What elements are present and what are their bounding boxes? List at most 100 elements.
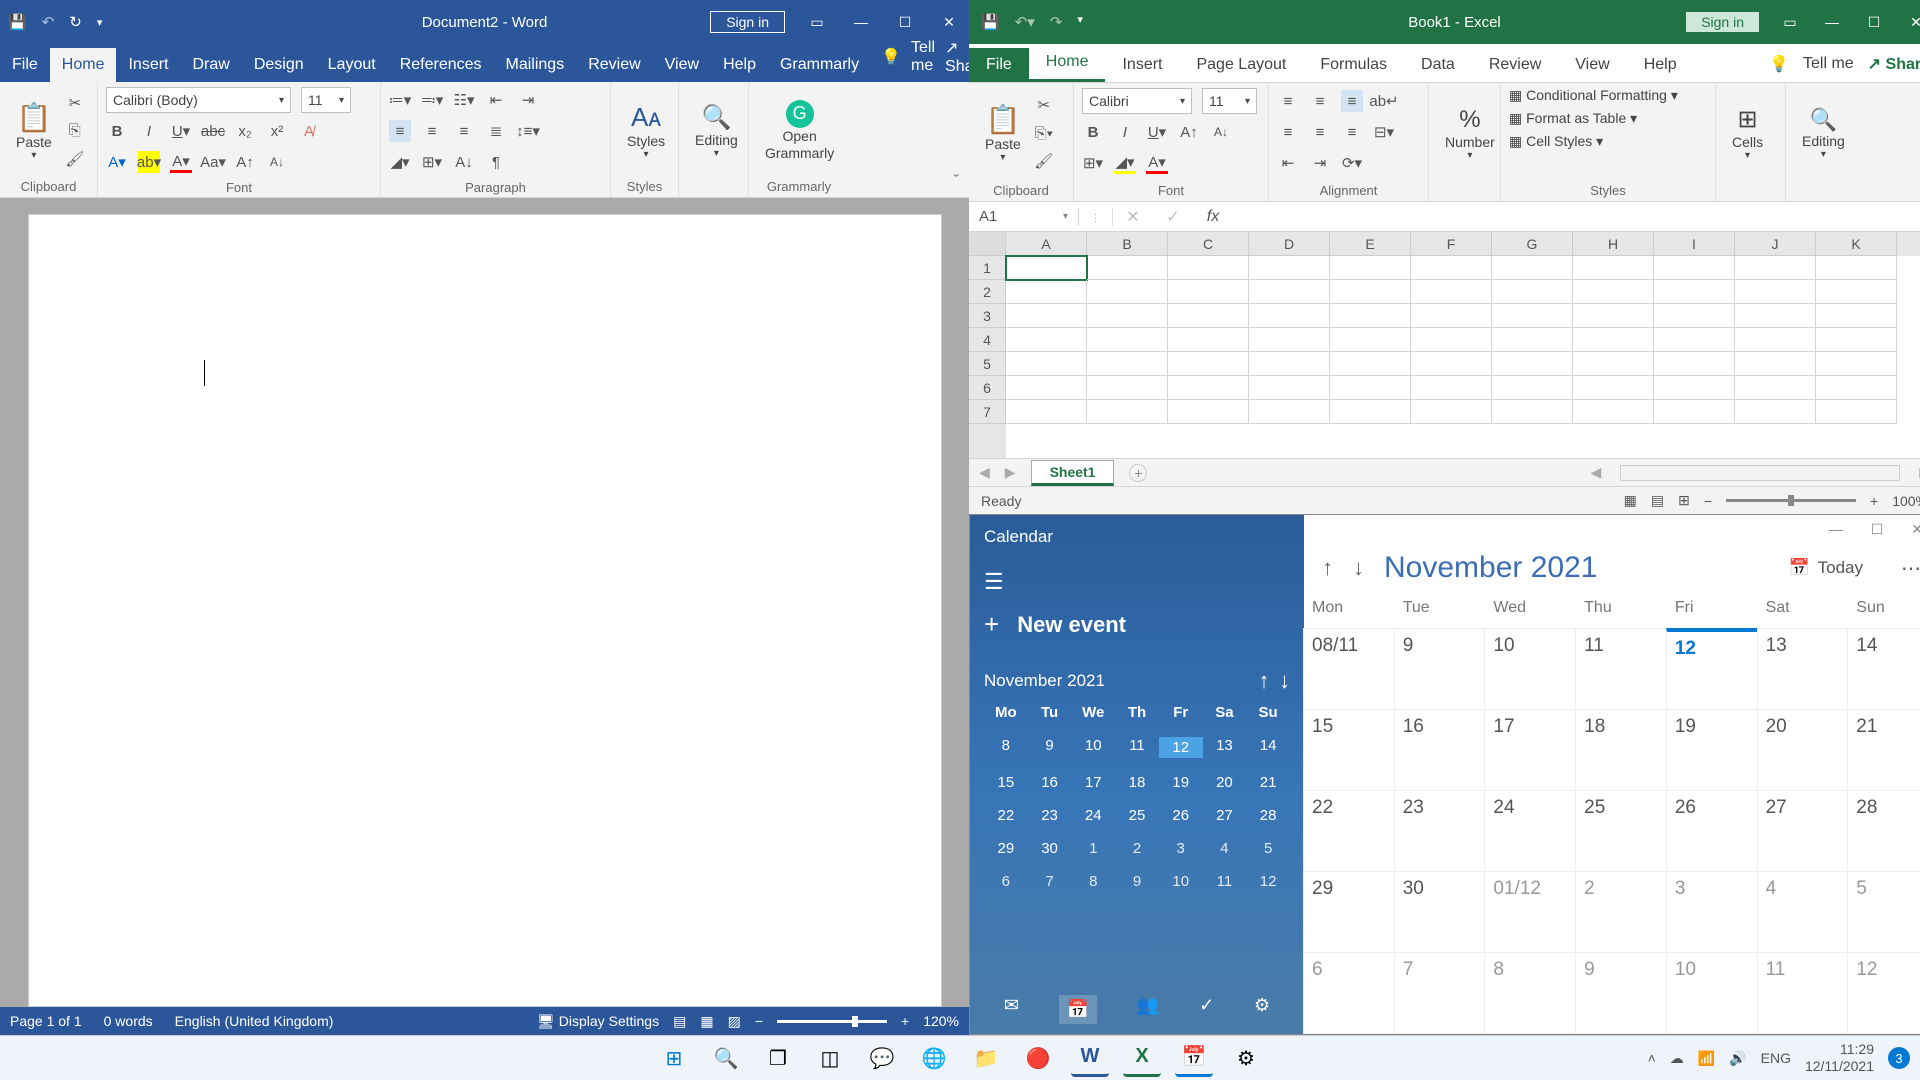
tab-home[interactable]: Home <box>1029 45 1106 82</box>
cell[interactable] <box>1249 256 1330 280</box>
cell[interactable] <box>1492 304 1573 328</box>
cell[interactable] <box>1816 328 1897 352</box>
cell[interactable] <box>1330 328 1411 352</box>
cell[interactable] <box>1735 376 1816 400</box>
strike-icon[interactable]: abc <box>202 120 224 142</box>
cell[interactable] <box>1087 400 1168 424</box>
word-document-area[interactable] <box>0 198 969 1007</box>
cell[interactable] <box>1087 280 1168 304</box>
mini-day[interactable]: 10 <box>1159 873 1203 890</box>
cell[interactable] <box>1816 376 1897 400</box>
cell[interactable] <box>1168 328 1249 352</box>
minimize-icon[interactable]: — <box>849 14 873 30</box>
cell[interactable] <box>1249 352 1330 376</box>
tab-design[interactable]: Design <box>242 48 316 82</box>
cell[interactable] <box>1330 280 1411 304</box>
mini-day[interactable]: 28 <box>1246 807 1290 824</box>
next-month-icon[interactable]: ↓ <box>1353 555 1364 581</box>
tab-view[interactable]: View <box>653 48 711 82</box>
tab-draw[interactable]: Draw <box>180 48 241 82</box>
close-icon[interactable]: ✕ <box>937 14 961 31</box>
cell[interactable] <box>1573 328 1654 352</box>
font-color-icon[interactable]: A▾ <box>170 151 192 173</box>
zoom-level[interactable]: 100% <box>1892 493 1920 509</box>
cell[interactable] <box>1654 280 1735 304</box>
cell[interactable] <box>1816 352 1897 376</box>
cell[interactable] <box>1735 256 1816 280</box>
cell[interactable] <box>1411 352 1492 376</box>
fill-color-icon[interactable]: ◢▾ <box>1114 152 1136 174</box>
undo-icon[interactable]: ↶ <box>42 13 55 31</box>
maximize-icon[interactable]: ☐ <box>893 14 917 31</box>
styles-button[interactable]: AᴀStyles▾ <box>619 100 673 162</box>
fx-icon[interactable]: fx <box>1193 208 1233 226</box>
day-cell[interactable]: 8 <box>1484 952 1576 1034</box>
zoom-out-icon[interactable]: − <box>1704 493 1712 509</box>
mini-day[interactable]: 12 <box>1159 737 1203 758</box>
edge-icon[interactable]: 🌐 <box>915 1039 953 1077</box>
cell[interactable] <box>1330 256 1411 280</box>
align-right-icon[interactable]: ≡ <box>453 120 475 142</box>
mini-day[interactable]: 20 <box>1203 774 1247 791</box>
zoom-out-icon[interactable]: − <box>755 1013 763 1029</box>
cell[interactable] <box>1168 400 1249 424</box>
paste-button[interactable]: 📋Paste▾ <box>8 99 60 163</box>
day-cell[interactable]: 12 <box>1666 628 1758 710</box>
day-cell[interactable]: 18 <box>1575 709 1667 791</box>
cell[interactable] <box>1816 280 1897 304</box>
ribbon-display-icon[interactable]: ▭ <box>1778 14 1802 31</box>
day-cell[interactable]: 14 <box>1847 628 1920 710</box>
cell[interactable] <box>1573 304 1654 328</box>
cell[interactable] <box>1087 376 1168 400</box>
tab-grammarly[interactable]: Grammarly <box>768 48 871 82</box>
cell[interactable] <box>1411 256 1492 280</box>
zoom-slider[interactable] <box>777 1020 887 1023</box>
language[interactable]: English (United Kingdom) <box>175 1013 334 1029</box>
tab-insert[interactable]: Insert <box>116 48 180 82</box>
mini-day[interactable]: 27 <box>1203 807 1247 824</box>
day-cell[interactable]: 15 <box>1303 709 1395 791</box>
day-cell[interactable]: 26 <box>1666 790 1758 872</box>
mini-day[interactable]: 26 <box>1159 807 1203 824</box>
minimize-icon[interactable]: — <box>1829 521 1843 537</box>
superscript-icon[interactable]: x² <box>266 120 288 142</box>
redo-icon[interactable]: ↻ <box>69 13 82 31</box>
cell[interactable] <box>1573 280 1654 304</box>
mini-day[interactable]: 13 <box>1203 737 1247 758</box>
web-layout-icon[interactable]: ▨ <box>728 1013 741 1030</box>
align-bottom-icon[interactable]: ≡ <box>1341 90 1363 112</box>
cell[interactable] <box>1249 280 1330 304</box>
onedrive-icon[interactable]: ☁ <box>1670 1050 1684 1067</box>
tab-review[interactable]: Review <box>576 48 652 82</box>
tab-view[interactable]: View <box>1558 48 1626 82</box>
cell[interactable] <box>1330 352 1411 376</box>
align-middle-icon[interactable]: ≡ <box>1309 90 1331 112</box>
scroll-left-icon[interactable]: ◀ <box>1590 464 1601 481</box>
mini-day[interactable]: 10 <box>1071 737 1115 758</box>
mini-day[interactable]: 1 <box>1071 840 1115 857</box>
today-button[interactable]: 📅Today <box>1788 558 1863 578</box>
prev-sheet-icon[interactable]: ◀ <box>979 464 990 481</box>
inc-indent-icon[interactable]: ⇥ <box>1309 152 1331 174</box>
day-cell[interactable]: 17 <box>1484 709 1576 791</box>
prev-month-icon[interactable]: ↑ <box>1322 555 1333 581</box>
day-cell[interactable]: 11 <box>1757 952 1849 1034</box>
day-cell[interactable]: 29 <box>1303 871 1395 953</box>
excel-signin-button[interactable]: Sign in <box>1685 11 1760 33</box>
cell[interactable] <box>1330 304 1411 328</box>
wifi-icon[interactable]: 📶 <box>1698 1050 1715 1067</box>
align-center-icon[interactable]: ≡ <box>421 120 443 142</box>
format-as-table-button[interactable]: ▦ Format as Table ▾ <box>1509 110 1637 127</box>
cell[interactable] <box>1573 400 1654 424</box>
calendar-icon[interactable]: 📅 <box>1059 995 1097 1024</box>
mini-calendar[interactable]: MoTuWeThFrSaSu89101112131415161718192021… <box>984 704 1290 890</box>
shrink-font-icon[interactable]: A↓ <box>1210 121 1232 143</box>
borders-icon[interactable]: ⊞▾ <box>1082 152 1104 174</box>
cell[interactable] <box>1249 304 1330 328</box>
mini-day[interactable]: 2 <box>1115 840 1159 857</box>
qat-more-icon[interactable]: ▾ <box>1077 13 1083 31</box>
inc-indent-icon[interactable]: ⇥ <box>517 89 539 111</box>
align-left-icon[interactable]: ≡ <box>389 120 411 142</box>
page[interactable] <box>28 214 942 1007</box>
more-icon[interactable]: ⋯ <box>1901 556 1920 581</box>
